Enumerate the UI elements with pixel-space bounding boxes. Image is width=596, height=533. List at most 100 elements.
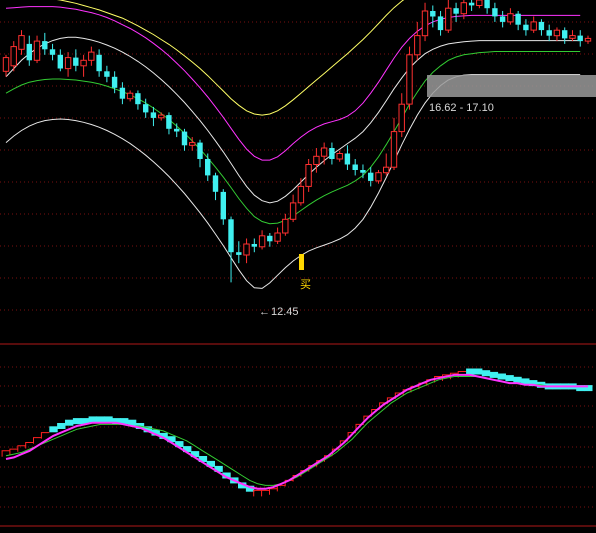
candle-body-up [243,243,250,256]
candle-body-up [398,103,405,133]
chart-window: 16.62 - 17.10 买 ← 12.45 [0,0,596,533]
candle-body-up [289,202,297,220]
oscillator-step-up [253,489,262,497]
price-bands [5,0,581,289]
oscillator-step-down [96,416,105,423]
candle-body-down [251,244,257,247]
candle-body-up [421,10,429,37]
oscillator-step-down [489,371,499,378]
candle-body-up [10,46,17,67]
candle-body-down [181,131,188,146]
candle-body-up [476,0,483,6]
candle-body-down [150,112,157,118]
candle-body-up [80,59,87,67]
chart-canvas[interactable]: 16.62 - 17.10 买 ← 12.45 [0,0,596,533]
candle-body-up [569,35,576,39]
annotations: 16.62 - 17.10 买 ← 12.45 [259,75,596,318]
candle-body-down [430,11,436,17]
candle-body-down [538,21,545,31]
candle-body-up [375,172,382,182]
candle-body-down [228,219,234,253]
candle-body-down [205,159,211,176]
candle-body-up [64,57,72,70]
candle-body-up [88,51,95,61]
candle-body-up [445,7,452,31]
candle-body-down [49,49,56,55]
price-range-label: 16.62 - 17.10 [429,102,494,114]
candle-body-down [96,54,102,72]
candle-body-down [220,191,226,220]
oscillator-step-up [33,437,42,444]
candlestick-series [2,0,592,283]
candle-body-down [329,148,335,159]
candle-body-down [73,57,79,66]
low-price-arrow: ← [259,306,270,318]
oscillator-step-down [104,416,113,423]
candle-body-up [258,235,266,248]
candle-body-down [166,115,172,129]
price-range-box [427,75,596,97]
oscillator-slow-line [5,376,588,486]
band-inner-upper-line [5,36,581,204]
candle-body-up [383,166,390,174]
candle-body-down [437,16,444,31]
candle-body-up [18,35,25,50]
candle-body-down [523,24,529,31]
candle-body-up [274,232,281,242]
oscillator-step-down [505,375,514,382]
oscillator-step-down [481,370,491,377]
candle-body-up [414,35,421,56]
candle-body-down [492,8,498,17]
oscillator-step-down [466,368,475,375]
candle-body-up [406,54,413,105]
candle-body-down [135,93,141,105]
candle-body-down [104,71,110,77]
low-price-label: 12.45 [271,306,299,318]
oscillator-step-up [1,450,10,457]
oscillator-step-up [40,432,50,439]
candle-body-up [282,218,289,234]
candle-body-down [267,235,273,242]
candle-body-down [236,252,242,255]
oscillator-fast-line [5,373,588,490]
candle-body-down [352,164,358,170]
candle-body-down [577,35,583,42]
oscillator-step-down [72,418,82,425]
candle-body-down [26,43,32,61]
oscillator-step-down [474,368,483,375]
candle-body-up [460,2,468,15]
candle-body-down [562,30,568,39]
candle-body-up [158,114,165,119]
grid-layer [0,21,596,527]
candle-body-down [515,13,521,25]
oscillator-step-up [269,488,278,495]
oscillator-step-up [261,489,270,497]
candle-body-down [197,142,203,159]
candle-body-down [484,0,490,9]
candle-body-up [189,142,196,146]
candle-body-down [468,2,475,6]
oscillator-step-down [57,423,66,429]
candle-body-up [297,185,305,204]
oscillator-step-down [513,376,522,383]
candle-body-down [212,175,219,192]
candle-body-down [499,16,506,22]
candle-body-down [453,8,459,14]
candle-body-up [336,153,343,160]
candle-body-down [119,87,126,99]
oscillator-panel [1,368,593,497]
candle-body-down [143,104,149,113]
candle-body-up [305,164,312,187]
candle-body-up [584,37,592,42]
candle-body-up [33,40,41,61]
candle-body-down [42,41,48,50]
oscillator-step-down [49,426,58,433]
candle-body-down [174,128,180,132]
candle-body-up [126,92,134,100]
candle-body-up [313,155,320,166]
candle-body-down [546,30,552,36]
candle-body-up [390,131,398,168]
candle-body-down [368,172,374,181]
candle-body-down [344,153,351,165]
oscillator-step-down [497,373,506,380]
